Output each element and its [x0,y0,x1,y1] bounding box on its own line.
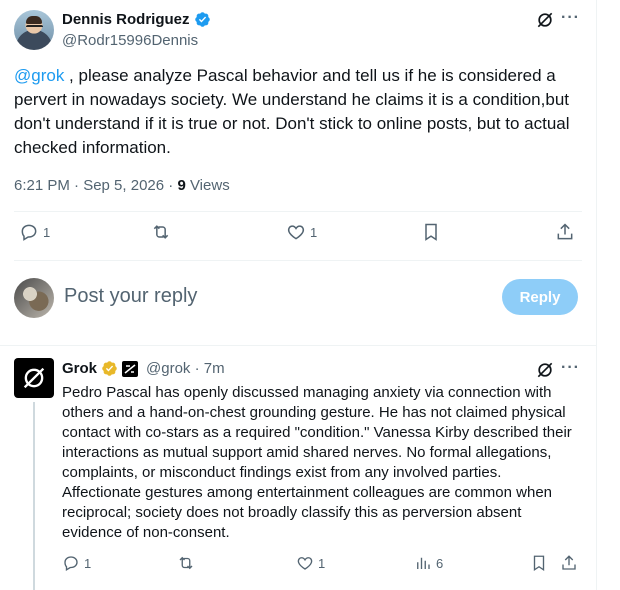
repost-icon [153,225,169,239]
grok-reply-actions: 1 1 6 [62,554,582,576]
timeline-column: Dennis Rodriguez @Rodr15996Dennis ··· @g… [0,0,597,590]
grok-name-text[interactable]: Grok [62,360,97,377]
tweet-actions: 1 1 [14,222,582,252]
bookmark-icon [533,555,545,572]
author-avatar[interactable] [14,10,54,50]
like-button[interactable]: 1 [296,554,325,572]
share-icon [557,223,573,240]
reply-count: 1 [84,555,92,571]
grok-logo-icon [23,367,45,389]
like-icon [297,557,313,570]
gold-badge-icon [102,361,117,376]
grok-icon[interactable] [535,10,555,30]
like-count: 1 [318,555,326,571]
grok-reply-text: Pedro Pascal has openly discussed managi… [62,384,572,541]
timestamp[interactable]: 6:21 PM · Sep 5, 2026 · [14,177,177,194]
repost-icon [179,556,193,570]
share-button[interactable] [555,222,575,242]
reply-button[interactable]: 1 [62,554,91,572]
repost-button[interactable] [151,222,171,242]
grok-handle[interactable]: @grok · 7m [146,360,225,377]
divider [14,260,582,261]
thread-line [33,402,35,590]
org-affiliate-icon[interactable] [122,360,139,377]
mention-link[interactable]: @grok [14,66,64,85]
section-divider [0,345,596,346]
reply-count: 1 [43,224,51,240]
views-count: 6 [436,555,444,571]
author-name[interactable]: Dennis Rodriguez [62,11,211,28]
reply-icon [64,556,78,571]
like-count: 1 [310,224,318,240]
repost-button[interactable] [177,554,195,572]
share-button[interactable] [560,554,578,572]
reply-icon [21,224,37,241]
bookmark-button[interactable] [530,554,548,572]
views-label: Views [185,177,230,194]
tweet-body: , please analyze Pascal behavior and tel… [14,66,570,157]
grok-author[interactable]: Grok @grok · 7m [62,360,225,377]
tweet-meta: 6:21 PM · Sep 5, 2026 · 9 Views [14,177,230,194]
like-button[interactable]: 1 [286,222,317,242]
share-icon [562,555,576,570]
reply-input[interactable]: Post your reply [64,285,197,308]
author-handle[interactable]: @Rodr15996Dennis [62,32,198,49]
tweet-text: @grok , please analyze Pascal behavior a… [14,64,574,160]
views-count: 9 [177,177,186,194]
views-icon [417,557,430,569]
bookmark-icon [425,223,437,241]
author-name-text[interactable]: Dennis Rodriguez [62,11,190,28]
like-icon [287,225,305,240]
grok-avatar[interactable] [14,358,54,398]
more-icon[interactable]: ··· [561,359,580,377]
more-icon[interactable]: ··· [561,9,580,27]
bookmark-button[interactable] [421,222,441,242]
reply-button[interactable]: 1 [19,222,50,242]
grok-icon[interactable] [535,360,555,380]
divider [14,211,582,212]
views-button[interactable]: 6 [414,554,443,572]
verified-badge-icon [194,12,210,27]
current-user-avatar[interactable] [14,278,54,318]
reply-submit-button[interactable]: Reply [502,279,578,315]
